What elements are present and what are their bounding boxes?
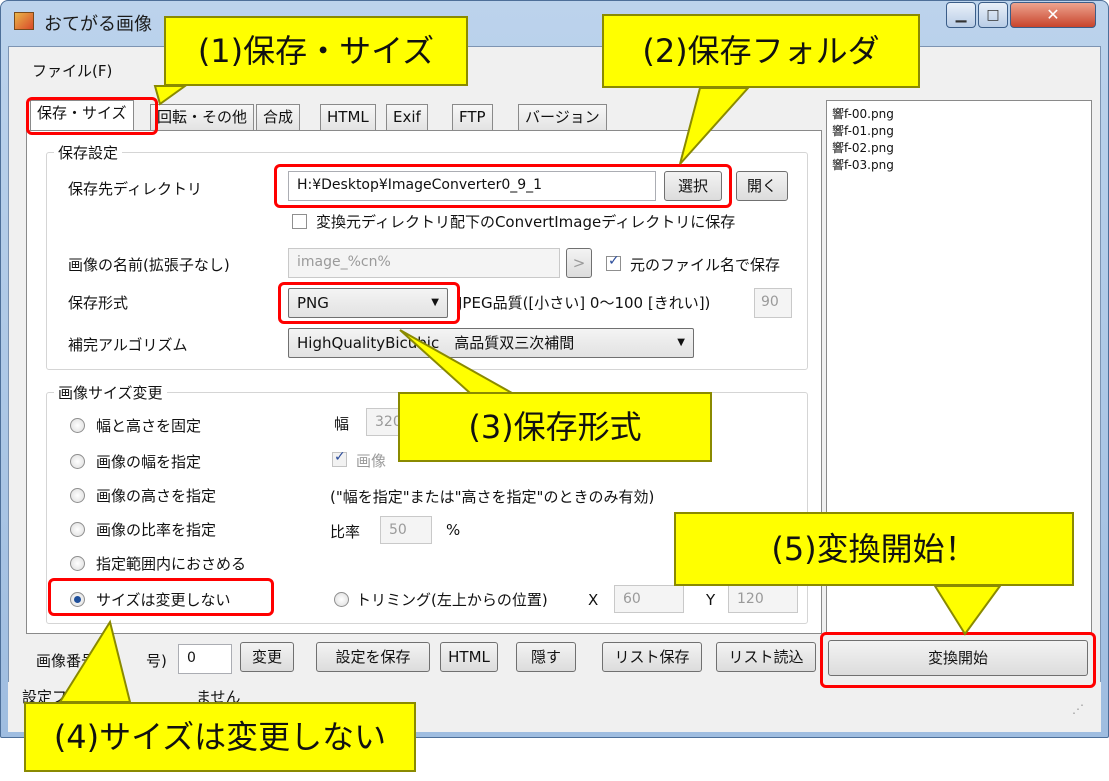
pointer-4-icon bbox=[58, 619, 132, 703]
callout-save-folder: (2)保存フォルダ bbox=[602, 14, 920, 88]
callout-save-size: (1)保存・サイズ bbox=[164, 16, 468, 86]
callout-convert-start: (5)変換開始！ bbox=[674, 512, 1074, 586]
pointer-2-icon bbox=[679, 87, 751, 165]
pointer-1-icon bbox=[153, 85, 189, 106]
callout-no-resize: (4)サイズは変更しない bbox=[24, 702, 416, 772]
callout-pointers bbox=[58, 85, 1002, 703]
pointer-3-icon bbox=[399, 329, 516, 394]
pointer-5-icon bbox=[933, 585, 1002, 636]
callout-format: (3)保存形式 bbox=[398, 392, 712, 462]
